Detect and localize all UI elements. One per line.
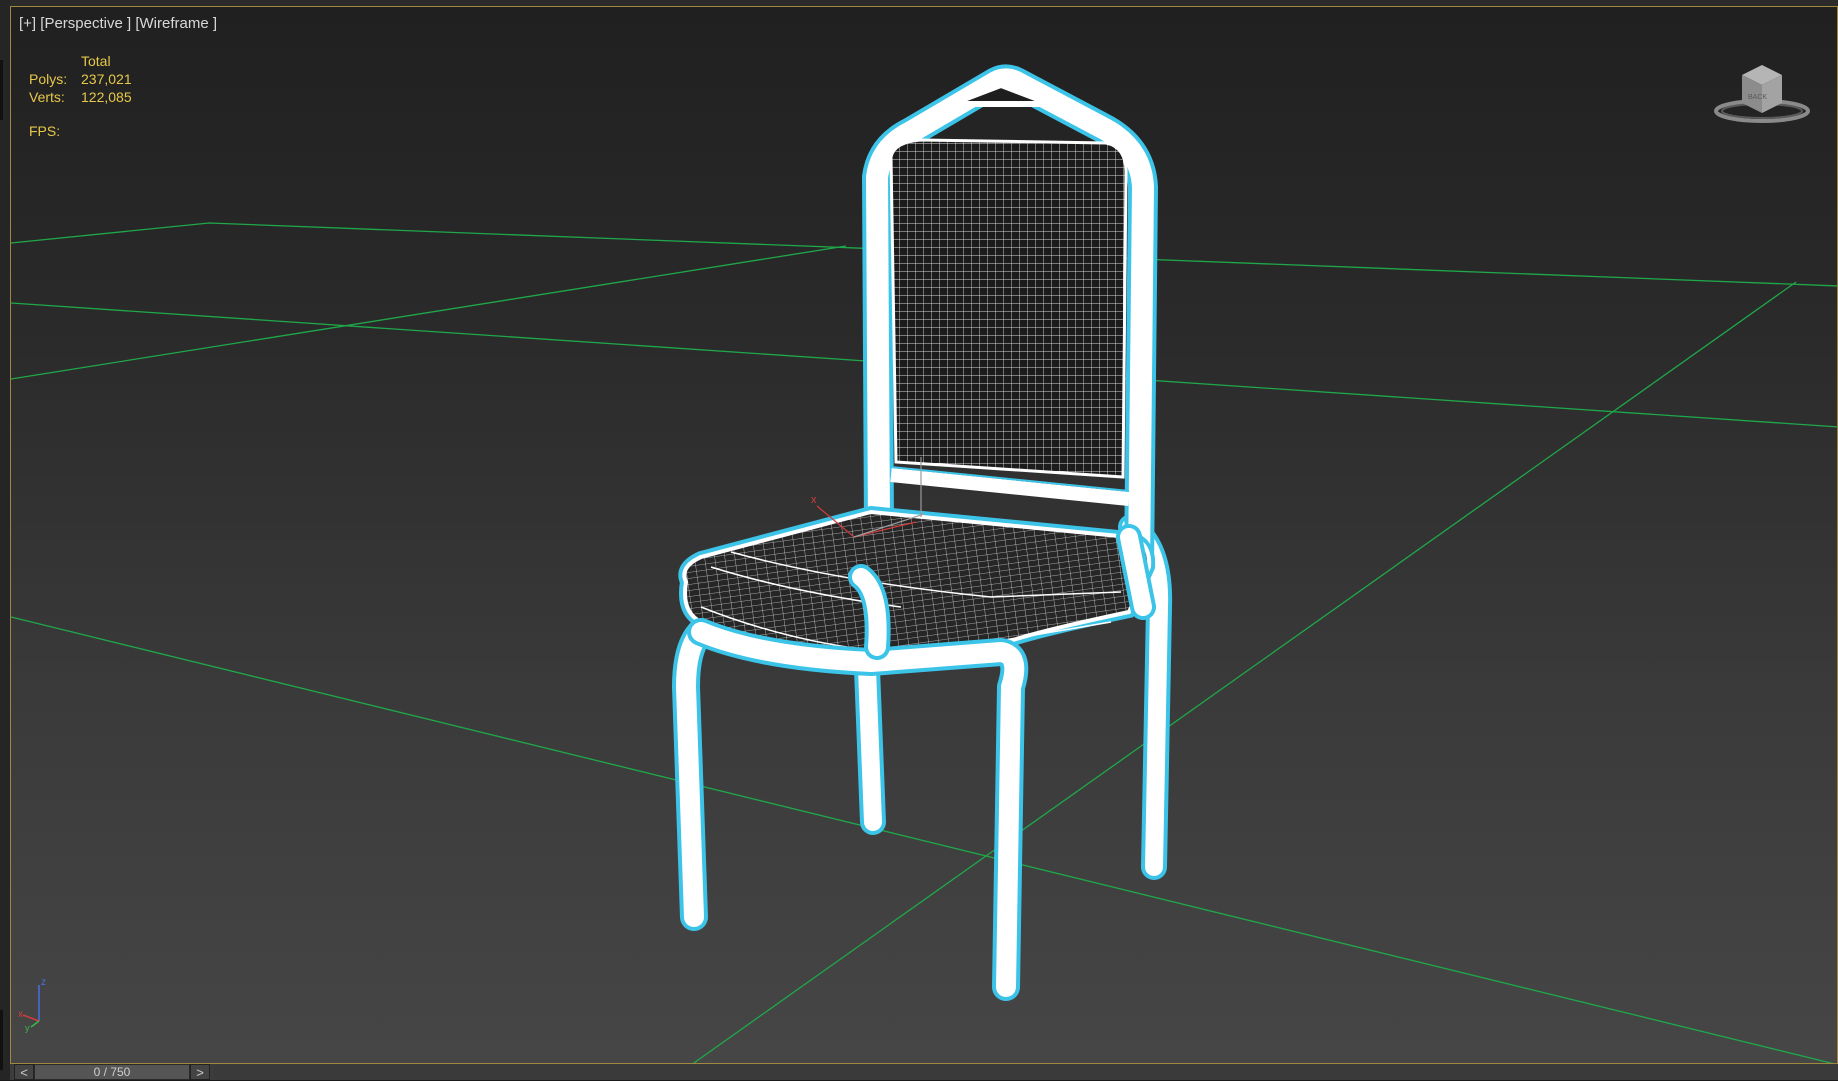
stats-header: Total: [81, 53, 111, 69]
time-slider-bar: < 0 / 750 >: [10, 1063, 1838, 1080]
next-frame-button[interactable]: >: [190, 1064, 210, 1080]
viewcube-face-label: BACK: [1748, 94, 1767, 101]
panel-divider: [0, 60, 3, 120]
viewport-menu-plus[interactable]: [+]: [19, 15, 36, 32]
grid-line: [11, 245, 847, 380]
viewport-label: [+] [Perspective ] [Wireframe ]: [19, 15, 217, 32]
perspective-viewport[interactable]: x [+] [Perspective ] [Wireframe ] Total …: [10, 6, 1838, 1064]
axis-z-label: z: [41, 977, 46, 988]
polys-value: 237,021: [81, 71, 132, 87]
viewport-shading-menu[interactable]: [Wireframe ]: [135, 15, 217, 32]
chair-backrest: [862, 64, 1158, 568]
verts-label: Verts:: [29, 89, 65, 105]
viewcube-icon[interactable]: BACK: [1707, 55, 1817, 135]
axis-y-label: y: [25, 1023, 30, 1033]
time-slider-thumb[interactable]: 0 / 750: [34, 1064, 190, 1080]
fps-label: FPS:: [29, 123, 61, 139]
axis-tripod-icon: z x y: [18, 977, 46, 1033]
app-window: x [+] [Perspective ] [Wireframe ] Total …: [0, 0, 1838, 1080]
grid-line: [11, 616, 1834, 1063]
axis-x-label: x: [18, 1009, 23, 1020]
previous-frame-button[interactable]: <: [14, 1064, 34, 1080]
time-track[interactable]: [214, 1064, 1838, 1080]
panel-divider: [0, 1010, 3, 1070]
polys-label: Polys:: [29, 71, 68, 87]
viewport-view-menu[interactable]: [Perspective ]: [40, 15, 131, 32]
left-panel-edge: [0, 0, 10, 1080]
viewport-scene[interactable]: x: [11, 7, 1838, 1064]
gizmo-x-label: x: [811, 494, 817, 506]
verts-value: 122,085: [81, 89, 132, 105]
